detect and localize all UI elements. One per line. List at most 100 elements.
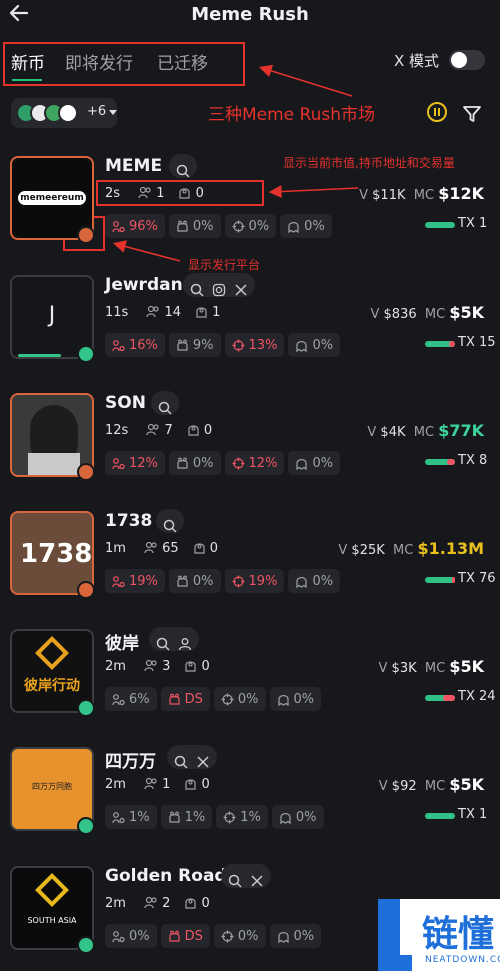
- dev-hold-stat: 0%: [168, 451, 221, 475]
- watermark-logo: 链懂 NEATDOWN.COM: [378, 899, 500, 971]
- insider-stat: 0%: [288, 333, 341, 357]
- token-age: 2m: [105, 777, 126, 792]
- search-icon[interactable]: [163, 519, 177, 533]
- diamond-logo-icon: [35, 873, 69, 907]
- market-cap-value: $5K: [449, 657, 484, 676]
- token-card[interactable]: J Jewrdan 11s 14 1 V $836 MC $5K 16% 9% 13% 0% T…: [0, 273, 500, 393]
- platform-icon-4: [58, 103, 78, 123]
- avatar-number: 1738: [20, 539, 93, 569]
- token-age: 2m: [105, 896, 126, 911]
- token-actions-pill: [183, 273, 255, 297]
- holders-icon: [144, 777, 157, 790]
- tx-buy-sell-bar: [425, 813, 455, 819]
- avatar-letter: J: [48, 303, 56, 328]
- user-icon[interactable]: [178, 637, 192, 651]
- sniper-stat: 0%: [213, 687, 266, 711]
- holders-icon: [144, 541, 157, 554]
- volume-marketcap: V $836 MC $5K: [370, 303, 484, 322]
- token-card[interactable]: memeereum MEME 2s 1 0V $11K MC $12K 96% 0% 0%…: [0, 154, 500, 274]
- dev-count: 0: [203, 423, 213, 438]
- token-name: 彼岸: [105, 634, 139, 654]
- token-age: 2m: [105, 659, 126, 674]
- volume-marketcap: V $4K MC $77K: [367, 421, 484, 440]
- tx-sell-part: [447, 459, 455, 465]
- token-card[interactable]: 1738 1738 1m 65 0V $25K MC $1.13M 19% 0% 19% 0…: [0, 509, 500, 629]
- header: Meme Rush: [0, 0, 500, 30]
- launch-platform-icon: [77, 226, 95, 244]
- x-icon[interactable]: [196, 755, 210, 769]
- launch-platform-icon: [77, 581, 95, 599]
- top10-stat: 16%: [105, 333, 165, 357]
- token-stats: 12% 0% 12% 0%: [105, 451, 341, 475]
- token-age: 12s: [105, 423, 129, 438]
- token-actions-pill: [151, 391, 179, 415]
- token-stats: 6% DS 0% 0%: [105, 687, 322, 711]
- x-mode-toggle[interactable]: [449, 50, 485, 70]
- token-name: 1738: [105, 511, 153, 531]
- token-name: SON: [105, 393, 146, 413]
- dev-count: 1: [212, 305, 221, 320]
- search-icon[interactable]: [174, 755, 188, 769]
- tx-count: TX 1: [458, 807, 488, 822]
- token-stats: 19% 0% 19% 0%: [105, 569, 341, 593]
- x-icon[interactable]: [250, 874, 264, 888]
- search-icon[interactable]: [228, 874, 242, 888]
- avatar-logo-text: memeereum: [18, 191, 86, 205]
- sniper-stat: 0%: [224, 214, 277, 238]
- bonding-progress-bar: [18, 354, 61, 357]
- token-card[interactable]: 彼岸行动 彼岸 2m 3 0V $3K MC $5K 6% DS 0% 0% TX 24: [0, 627, 500, 747]
- insider-stat: 0%: [271, 805, 324, 829]
- volume-marketcap: V $3K MC $5K: [378, 657, 485, 676]
- tab-migrated[interactable]: 已迁移: [157, 49, 208, 74]
- tab-new-coins[interactable]: 新币: [11, 49, 45, 74]
- holders-count: 7: [164, 423, 173, 438]
- filter-icon[interactable]: [462, 104, 482, 124]
- sniper-stat: 12%: [224, 451, 285, 475]
- token-meta: 2m 3 0: [105, 659, 210, 674]
- token-card[interactable]: 四万万同胞 四万万 2m 1 0V $92 MC $5K 1% 1% 1% 0% TX 1: [0, 745, 500, 865]
- dev-icon: [185, 898, 196, 909]
- token-name: MEME: [105, 156, 163, 176]
- token-card[interactable]: SON 12s 7 0V $4K MC $77K 12% 0% 12% 0% TX 8: [0, 391, 500, 511]
- market-cap-value: $77K: [438, 421, 484, 440]
- holders-count: 2: [162, 896, 171, 911]
- annotation-markets: 三种Meme Rush市场: [208, 105, 376, 125]
- chevron-down-icon: [109, 110, 117, 115]
- platform-filter-button[interactable]: +6: [11, 98, 117, 128]
- insider-stat: 0%: [288, 451, 341, 475]
- holders-icon: [138, 186, 151, 199]
- search-icon[interactable]: [176, 164, 190, 178]
- insider-stat: 0%: [269, 687, 322, 711]
- dev-count: 0: [209, 541, 219, 556]
- top10-stat: 12%: [105, 451, 165, 475]
- watermark-en: NEATDOWN.COM: [425, 955, 500, 965]
- token-meta: 2m 2 0: [105, 896, 210, 911]
- search-icon[interactable]: [156, 637, 170, 651]
- market-cap-value: $5K: [449, 775, 484, 794]
- tx-buy-sell-bar: [425, 577, 455, 583]
- instagram-icon[interactable]: [212, 283, 226, 297]
- top10-stat: 19%: [105, 569, 165, 593]
- volume-value: $11K: [372, 188, 406, 203]
- dev-icon: [188, 425, 199, 436]
- search-icon[interactable]: [158, 401, 172, 415]
- tx-sell-part: [449, 341, 455, 347]
- volume-value: $25K: [351, 543, 385, 558]
- top10-stat: 0%: [105, 924, 157, 948]
- tab-upcoming[interactable]: 即将发行: [65, 49, 133, 74]
- token-age: 11s: [105, 305, 129, 320]
- x-icon[interactable]: [234, 283, 248, 297]
- launch-platform-icon: [77, 817, 95, 835]
- token-age: 1m: [105, 541, 126, 556]
- pause-icon[interactable]: [427, 102, 447, 122]
- holders-count: 3: [162, 659, 171, 674]
- diamond-logo-icon: [35, 636, 69, 670]
- launch-platform-icon: [77, 345, 95, 363]
- platform-count: +6: [87, 104, 107, 119]
- tx-sell-part: [443, 695, 455, 701]
- dev-hold-stat: 0%: [168, 569, 221, 593]
- dev-icon: [179, 188, 191, 199]
- tx-count: TX 8: [458, 453, 488, 468]
- search-icon[interactable]: [190, 283, 204, 297]
- dev-count: 0: [195, 186, 204, 201]
